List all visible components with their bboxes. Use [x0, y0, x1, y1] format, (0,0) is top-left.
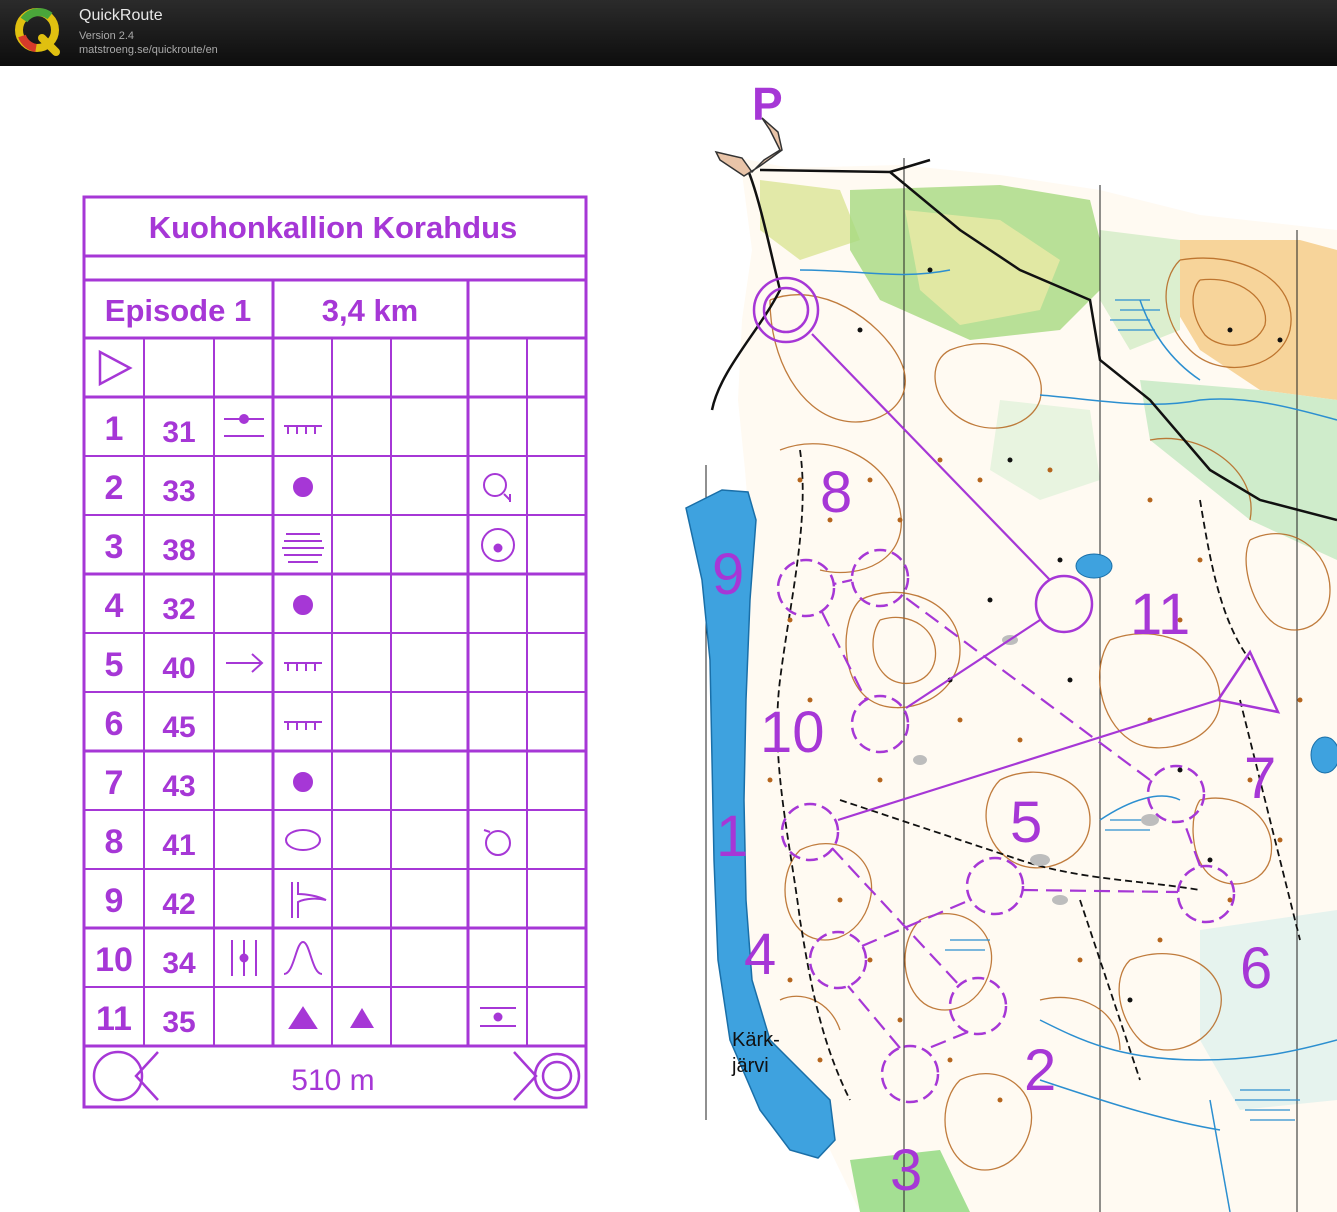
- control-row-8-code: 41: [162, 829, 195, 862]
- control-row-6-number: 6: [105, 705, 124, 743]
- control-number-9: 9: [712, 542, 744, 607]
- control-number-2: 2: [1024, 1038, 1056, 1103]
- app-version: Version 2.4: [79, 30, 135, 42]
- control-row-1-number: 1: [105, 410, 124, 448]
- control-row-1-code: 31: [162, 416, 195, 449]
- control-row-5-number: 5: [105, 646, 124, 684]
- control-row-4-number: 4: [105, 587, 124, 625]
- control-row-9-code: 42: [162, 888, 195, 921]
- control-number-3: 3: [890, 1138, 922, 1203]
- app-url: matstroeng.se/quickroute/en: [79, 44, 218, 56]
- lake-label-line2: järvi: [731, 1055, 769, 1077]
- boulder-icon: [293, 772, 313, 792]
- control-number-7: 7: [1244, 746, 1276, 811]
- control-row-3-number: 3: [105, 528, 124, 566]
- control-row-8-number: 8: [105, 823, 124, 861]
- map-canvas[interactable]: P 1 2 3 4 5 6 7 8 9 10 11 Kärk- järvi Ku…: [0, 66, 1337, 1212]
- control-row-10-code: 34: [162, 947, 196, 980]
- lake-label-line1: Kärk-: [732, 1029, 780, 1051]
- quickroute-logo-icon: [15, 8, 60, 56]
- control-row-3-code: 38: [162, 534, 195, 567]
- control-row-4-code: 32: [162, 593, 195, 626]
- window-titlebar: QuickRoute Version 2.4 matstroeng.se/qui…: [0, 0, 1337, 66]
- control-number-10: 10: [760, 700, 825, 765]
- control-row-2-number: 2: [105, 469, 124, 507]
- orienteering-map: [685, 117, 1337, 1212]
- parking-label: P: [752, 78, 783, 130]
- control-row-6-code: 45: [162, 711, 195, 744]
- boulder-icon: [293, 477, 313, 497]
- sheet-distance: 3,4 km: [322, 293, 419, 328]
- app-name: QuickRoute: [79, 7, 163, 24]
- control-row-11-number: 11: [96, 1000, 132, 1038]
- control-number-6: 6: [1240, 936, 1272, 1001]
- control-number-4: 4: [744, 922, 776, 987]
- control-number-1: 1: [716, 804, 748, 869]
- control-number-5: 5: [1010, 790, 1042, 855]
- boulder-icon: [293, 595, 313, 615]
- control-number-8: 8: [820, 460, 852, 525]
- sheet-title: Kuohonkallion Korahdus: [149, 210, 518, 245]
- control-row-5-code: 40: [162, 652, 195, 685]
- control-description-sheet: Kuohonkallion Korahdus Episode 1 3,4 km …: [82, 195, 588, 1109]
- control-row-9-number: 9: [105, 882, 124, 920]
- control-row-2-code: 33: [162, 475, 195, 508]
- control-number-11: 11: [1130, 582, 1190, 647]
- finish-distance: 510 m: [291, 1064, 374, 1097]
- control-row-7-code: 43: [162, 770, 195, 803]
- control-row-10-number: 10: [95, 941, 133, 979]
- sheet-episode: Episode 1: [105, 293, 251, 328]
- control-row-11-code: 35: [162, 1006, 195, 1039]
- control-row-7-number: 7: [105, 764, 124, 802]
